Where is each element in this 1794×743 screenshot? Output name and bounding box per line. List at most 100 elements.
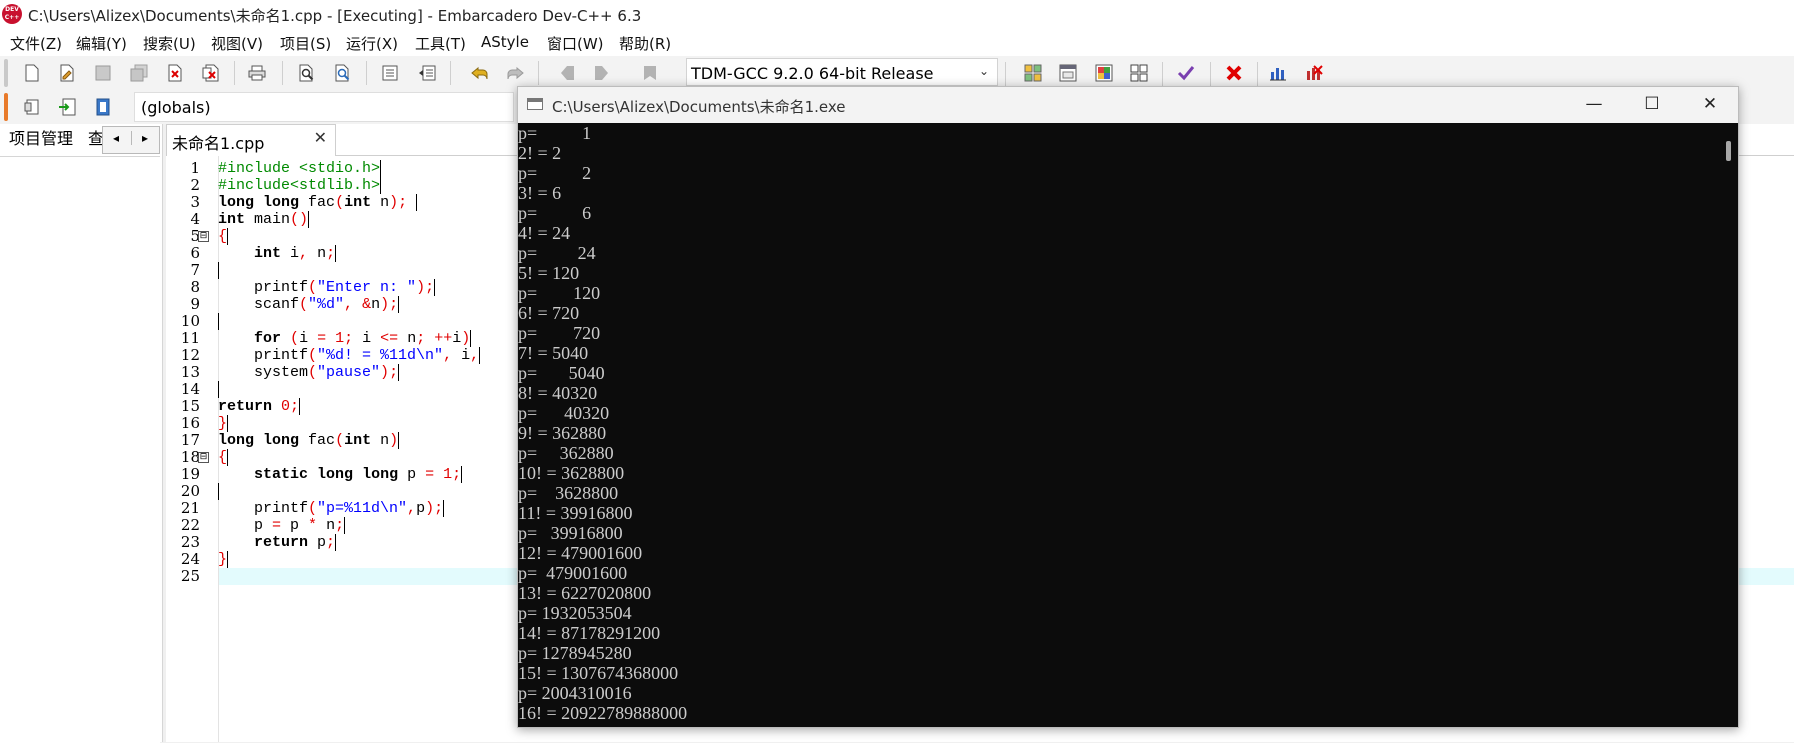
toolbar-grip[interactable] <box>4 93 8 121</box>
tab-project[interactable]: 项目管理 <box>0 124 88 156</box>
line-end-marker: ​ <box>398 432 400 449</box>
tab-prev-button[interactable]: ◂ <box>103 131 129 145</box>
console-line: p= 1 <box>518 123 592 143</box>
console-line: p= 720 <box>518 323 601 343</box>
code-line[interactable]: printf("%d! = %11d\n", i,​ <box>218 347 481 364</box>
code-line[interactable]: return 0;​ <box>218 398 301 415</box>
menu-astyle[interactable]: AStyle <box>481 33 529 51</box>
menu-search[interactable]: 搜索(U) <box>143 33 196 54</box>
project-tree[interactable] <box>0 156 160 743</box>
menu-bar: 文件(Z) 编辑(Y) 搜索(U) 视图(V) 项目(S) 运行(X) 工具(T… <box>0 30 1794 56</box>
code-line[interactable]: ​ <box>218 483 219 500</box>
maximize-button[interactable]: ☐ <box>1623 87 1681 123</box>
replace-icon[interactable] <box>331 61 355 85</box>
console-scrollbar[interactable] <box>1718 123 1738 727</box>
console-title-bar[interactable]: C:\Users\Alizex\Documents\未命名1.exe — ☐ ✕ <box>518 87 1738 123</box>
find-icon[interactable] <box>295 61 319 85</box>
file-tab[interactable]: 未命名1.cpp ✕ <box>166 124 336 156</box>
close-icon[interactable]: ✕ <box>314 128 327 147</box>
console-window[interactable]: C:\Users\Alizex\Documents\未命名1.exe — ☐ ✕… <box>517 86 1739 728</box>
code-line[interactable]: static long long p = 1;​ <box>218 466 463 483</box>
fold-toggle[interactable]: ⊟ <box>198 231 209 242</box>
line-end-marker: ​ <box>434 279 436 296</box>
save-icon[interactable] <box>91 61 115 85</box>
console-line: 4! = 24 <box>518 223 571 243</box>
code-line[interactable]: return p;​ <box>218 534 337 551</box>
code-line[interactable]: long long fac(int n)​ <box>218 432 400 449</box>
scrollbar-thumb[interactable] <box>1726 141 1731 161</box>
code-line[interactable]: system("pause");​ <box>218 364 400 381</box>
code-line[interactable]: printf("p=%11d\n",p);​ <box>218 500 445 517</box>
code-line[interactable]: }​ <box>218 551 229 568</box>
code-line[interactable]: #include<stdlib.h>​ <box>218 177 382 194</box>
menu-view[interactable]: 视图(V) <box>211 33 263 54</box>
open-file-icon[interactable] <box>55 61 79 85</box>
fold-toggle[interactable]: ⊟ <box>198 452 209 463</box>
line-number: 18 <box>180 448 200 466</box>
compile-run-icon[interactable] <box>1092 61 1116 85</box>
console-title: C:\Users\Alizex\Documents\未命名1.exe <box>552 98 846 116</box>
code-line[interactable]: ​ <box>218 262 219 279</box>
indent-icon[interactable] <box>378 61 402 85</box>
file-tab-label: 未命名1.cpp <box>172 134 265 153</box>
code-line[interactable]: long long fac(int n); ​ <box>218 194 418 211</box>
forward-icon[interactable] <box>590 61 614 85</box>
code-line[interactable]: }​ <box>218 415 229 432</box>
new-project-icon[interactable] <box>20 95 44 119</box>
rebuild-icon[interactable] <box>1127 61 1151 85</box>
line-number: 20 <box>180 482 200 500</box>
toolbar-separator <box>234 61 235 85</box>
code-line[interactable]: #include <stdio.h>​ <box>218 160 382 177</box>
code-line[interactable]: printf("Enter n: ");​ <box>218 279 436 296</box>
back-icon[interactable] <box>555 61 579 85</box>
bookmark-icon[interactable] <box>638 61 662 85</box>
compile-icon[interactable] <box>1021 61 1045 85</box>
minimize-button[interactable]: — <box>1565 87 1623 123</box>
line-end-marker: ​ <box>227 415 229 432</box>
tab-next-button[interactable]: ▸ <box>131 131 158 145</box>
menu-run[interactable]: 运行(X) <box>346 33 398 54</box>
menu-help[interactable]: 帮助(R) <box>619 33 671 54</box>
stop-execution-icon[interactable] <box>1222 61 1246 85</box>
line-end-marker: ​ <box>218 483 219 500</box>
console-line: p= 1278945280 <box>518 643 632 663</box>
toolbar-grip[interactable] <box>4 59 8 87</box>
remove-from-project-icon[interactable] <box>91 95 115 119</box>
run-icon[interactable] <box>1056 61 1080 85</box>
compiler-select[interactable]: TDM-GCC 9.2.0 64-bit Release ⌄ <box>686 58 998 86</box>
menu-edit[interactable]: 编辑(Y) <box>76 33 127 54</box>
add-to-project-icon[interactable] <box>55 95 79 119</box>
code-line[interactable]: scanf("%d", &n);​ <box>218 296 400 313</box>
line-number: 19 <box>180 465 200 483</box>
new-file-icon[interactable] <box>20 61 44 85</box>
scope-selector[interactable]: (globals) <box>134 92 514 122</box>
print-icon[interactable] <box>245 61 269 85</box>
code-line[interactable]: {​ <box>218 449 229 466</box>
console-line: 8! = 40320 <box>518 383 598 403</box>
profile-chart-icon[interactable] <box>1266 61 1290 85</box>
code-line[interactable]: ​ <box>218 381 219 398</box>
unindent-icon[interactable] <box>415 61 439 85</box>
code-line[interactable]: p = p * n;​ <box>218 517 346 534</box>
undo-icon[interactable] <box>468 61 492 85</box>
delete-profile-icon[interactable] <box>1302 61 1326 85</box>
menu-tools[interactable]: 工具(T) <box>415 33 466 54</box>
syntax-check-icon[interactable] <box>1174 61 1198 85</box>
console-line: p= 24 <box>518 243 596 263</box>
console-output[interactable]: p= 1 2! = 2 p= 2 3! = 6 p= 6 4! = 24 p= … <box>518 123 1718 727</box>
code-line[interactable]: int i, n;​ <box>218 245 337 262</box>
code-line[interactable]: int main()​ <box>218 211 310 228</box>
code-line[interactable]: for (i = 1; i <= n; ++i)​ <box>218 330 472 347</box>
close-file-icon[interactable] <box>163 61 187 85</box>
save-all-icon[interactable] <box>127 61 151 85</box>
close-button[interactable]: ✕ <box>1681 87 1739 123</box>
tab-classes[interactable]: 查 <box>88 124 102 156</box>
menu-project[interactable]: 项目(S) <box>280 33 331 54</box>
line-number: 17 <box>180 431 200 449</box>
redo-icon[interactable] <box>503 61 527 85</box>
close-all-icon[interactable] <box>199 61 223 85</box>
menu-file[interactable]: 文件(Z) <box>10 33 62 54</box>
menu-window[interactable]: 窗口(W) <box>547 33 604 54</box>
code-line[interactable]: {​ <box>218 228 229 245</box>
code-line[interactable]: ​ <box>218 313 219 330</box>
